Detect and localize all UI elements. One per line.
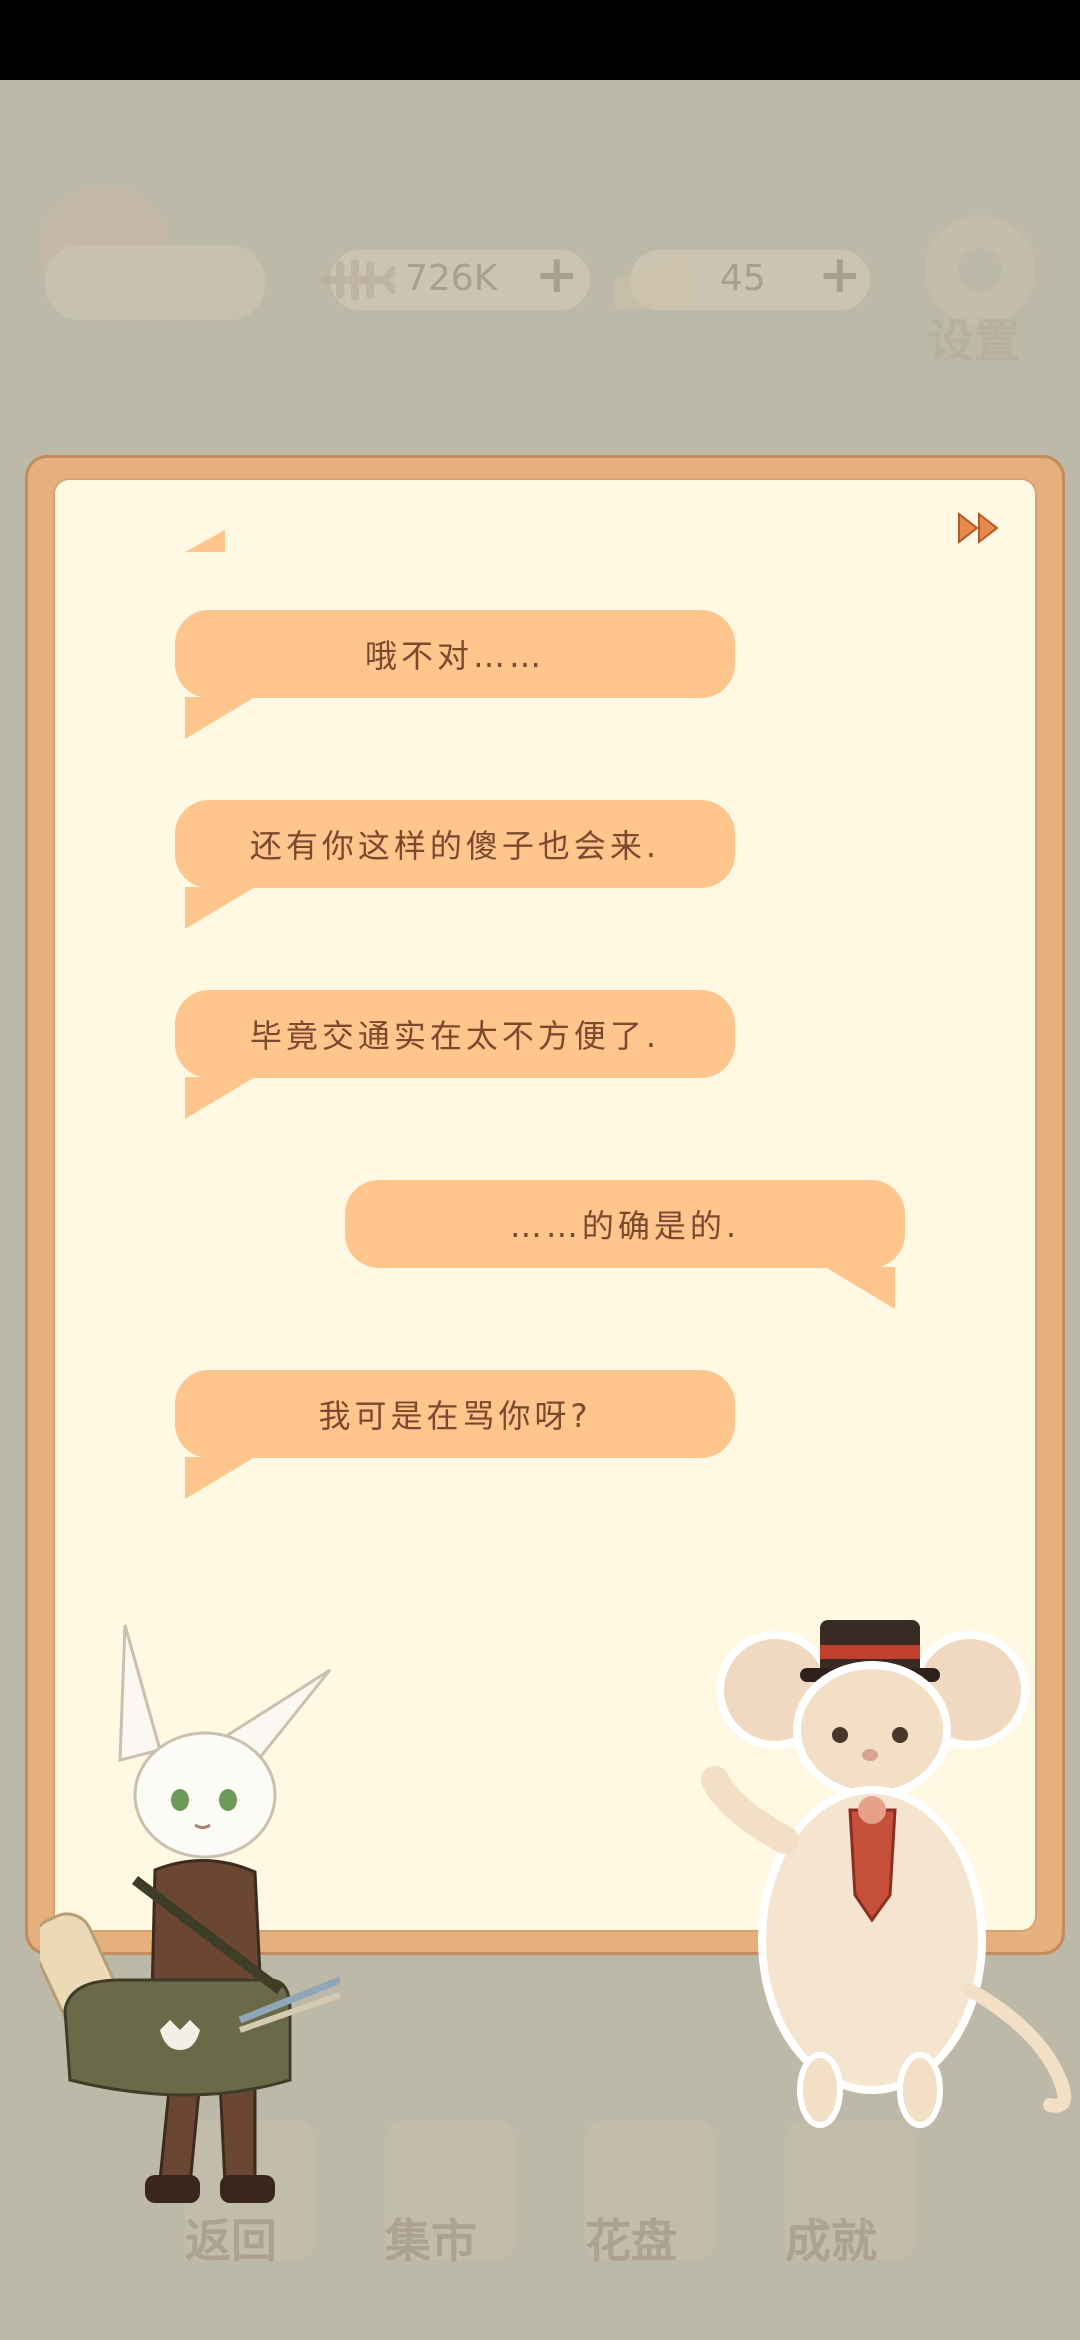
game-logo-plate bbox=[45, 245, 265, 320]
previous-bubble-tail bbox=[185, 530, 225, 552]
bubble-text: 哦不对…… bbox=[364, 637, 545, 675]
fast-forward-icon[interactable] bbox=[955, 508, 1005, 548]
fish-add-button[interactable]: + bbox=[535, 245, 579, 305]
speech-bubble: 还有你这样的傻子也会来. bbox=[175, 800, 735, 888]
nav-achievement-label[interactable]: 成就 bbox=[785, 2205, 877, 2271]
bubble-text: 还有你这样的傻子也会来. bbox=[249, 827, 661, 865]
nav-flowerpot-label[interactable]: 花盘 bbox=[585, 2205, 677, 2271]
speech-bubble: 我可是在骂你呀? bbox=[175, 1370, 735, 1458]
bubble-text: 我可是在骂你呀? bbox=[318, 1397, 592, 1435]
bubble-tail bbox=[185, 697, 255, 739]
bubble-tail-right bbox=[825, 1267, 895, 1309]
mouse-character bbox=[701, 1620, 1072, 2128]
speech-bubble: 毕竟交通实在太不方便了. bbox=[175, 990, 735, 1078]
speech-bubble: 哦不对…… bbox=[175, 610, 735, 698]
cheese-add-button[interactable]: + bbox=[818, 245, 862, 305]
bubble-tail bbox=[185, 1077, 255, 1119]
gear-hole bbox=[958, 248, 1002, 292]
cheese-icon bbox=[615, 250, 695, 310]
fish-value: 726K bbox=[405, 258, 498, 299]
settings-label[interactable]: 设置 bbox=[928, 305, 1020, 371]
cheese-value: 45 bbox=[720, 258, 766, 299]
nav-market-label[interactable]: 集市 bbox=[385, 2205, 477, 2271]
bubble-tail bbox=[185, 1457, 255, 1499]
fox-character bbox=[40, 1624, 340, 2203]
bubble-text: ……的确是的. bbox=[509, 1207, 741, 1245]
bubble-tail bbox=[185, 887, 255, 929]
fishbone-icon bbox=[321, 259, 395, 301]
status-bar bbox=[0, 0, 1080, 80]
speech-bubble-right: ……的确是的. bbox=[345, 1180, 905, 1268]
bubble-text: 毕竟交通实在太不方便了. bbox=[249, 1017, 661, 1055]
